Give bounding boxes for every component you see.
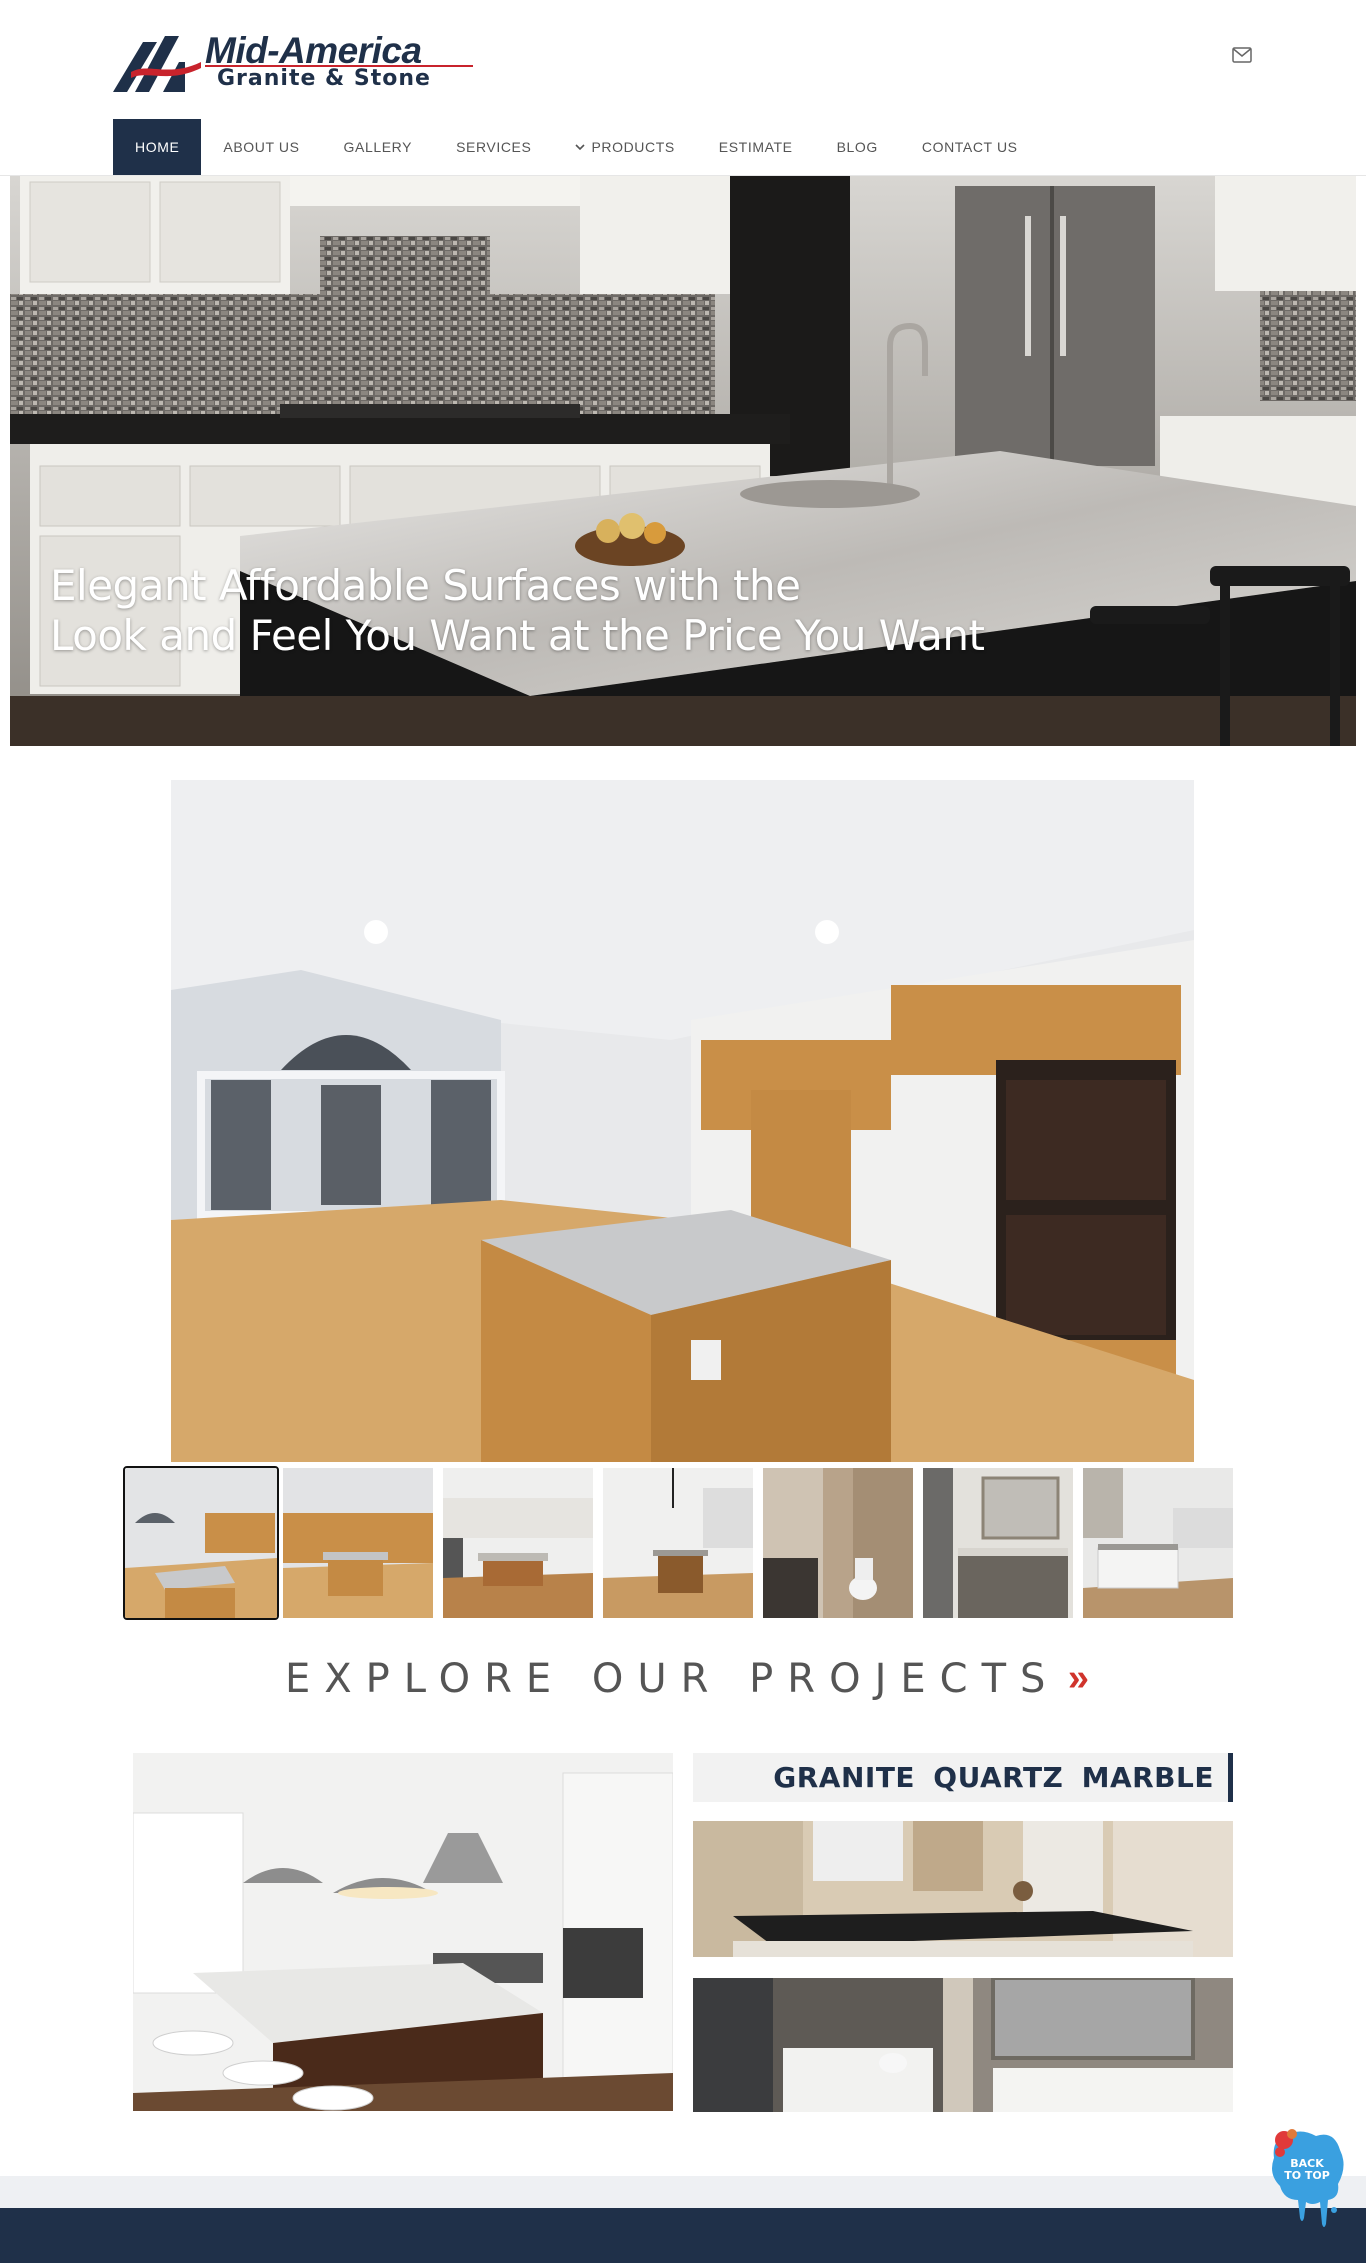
explore-projects-label: EXPLORE OUR PROJECTS xyxy=(284,1656,1060,1702)
logo-name-line2: Granite & Stone xyxy=(217,66,431,91)
gallery-thumbnails xyxy=(123,1466,1237,1620)
nav-home[interactable]: HOME xyxy=(113,119,202,175)
nav-home-label: HOME xyxy=(135,139,180,155)
hero-headline-line1: Elegant Affordable Surfaces with the xyxy=(50,561,801,610)
explore-projects-link[interactable]: EXPLORE OUR PROJECTS » xyxy=(0,1656,1366,1702)
nav-gallery[interactable]: GALLERY xyxy=(322,119,435,175)
nav-estimate[interactable]: ESTIMATE xyxy=(697,119,815,175)
nav-about-us[interactable]: ABOUT US xyxy=(201,119,321,175)
nav-blog[interactable]: BLOG xyxy=(815,119,900,175)
gallery-thumbnail[interactable] xyxy=(1083,1468,1233,1618)
gallery-thumbnail[interactable] xyxy=(763,1468,913,1618)
logo-mark-icon xyxy=(113,36,201,92)
main-nav: HOME ABOUT US GALLERY SERVICES PRODUCTS … xyxy=(113,119,1040,175)
nav-contact-us-label: CONTACT US xyxy=(921,139,1018,155)
hero-headline-line2: Look and Feel You Want at the Price You … xyxy=(50,611,985,660)
nav-about-us-label: ABOUT US xyxy=(223,139,300,155)
project-granite-kitchen-image[interactable] xyxy=(693,1821,1233,1957)
nav-blog-label: BLOG xyxy=(836,139,878,155)
back-to-top-label: BACK TO TOP xyxy=(1282,2158,1332,2182)
gallery-thumbnail[interactable] xyxy=(123,1466,279,1620)
footer-top-band xyxy=(0,2176,1366,2208)
gallery-thumbnail[interactable] xyxy=(283,1468,433,1618)
nav-products[interactable]: PRODUCTS xyxy=(553,119,696,175)
kitchen-island-photo xyxy=(171,780,1194,1462)
dark-countertop-kitchen-photo xyxy=(693,1821,1233,1957)
gallery-thumbnail[interactable] xyxy=(603,1468,753,1618)
nav-contact-us[interactable]: CONTACT US xyxy=(900,119,1040,175)
chevron-down-icon xyxy=(575,144,586,151)
gallery-thumbnail[interactable] xyxy=(923,1468,1073,1618)
hero-banner: Elegant Affordable Surfaces with the Loo… xyxy=(10,176,1356,746)
nav-products-label: PRODUCTS xyxy=(591,139,675,155)
double-chevron-right-icon: » xyxy=(1067,1657,1089,1699)
project-kitchen-image[interactable] xyxy=(133,1753,673,2111)
white-kitchen-photo xyxy=(133,1753,673,2111)
materials-label: GRANITE QUARTZ MARBLE xyxy=(773,1761,1214,1794)
gallery-thumbnail[interactable] xyxy=(443,1468,593,1618)
gallery-main-image[interactable] xyxy=(171,780,1194,1462)
envelope-icon[interactable] xyxy=(1232,47,1252,63)
project-bathroom-image[interactable] xyxy=(693,1978,1233,2112)
bathroom-photo xyxy=(693,1978,1233,2112)
back-to-top-button[interactable]: BACK TO TOP xyxy=(1268,2126,1346,2234)
nav-estimate-label: ESTIMATE xyxy=(718,139,793,155)
hero-headline: Elegant Affordable Surfaces with the Loo… xyxy=(50,561,985,661)
nav-services-label: SERVICES xyxy=(456,139,532,155)
site-logo[interactable]: Mid-America Granite & Stone xyxy=(113,30,473,94)
nav-gallery-label: GALLERY xyxy=(343,139,413,155)
back-to-top-line2: TO TOP xyxy=(1284,2169,1330,2182)
footer-bar xyxy=(0,2208,1366,2263)
site-header: Mid-America Granite & Stone HOME ABOUT U… xyxy=(0,0,1366,176)
nav-services[interactable]: SERVICES xyxy=(434,119,553,175)
materials-heading[interactable]: GRANITE QUARTZ MARBLE xyxy=(693,1753,1233,1802)
